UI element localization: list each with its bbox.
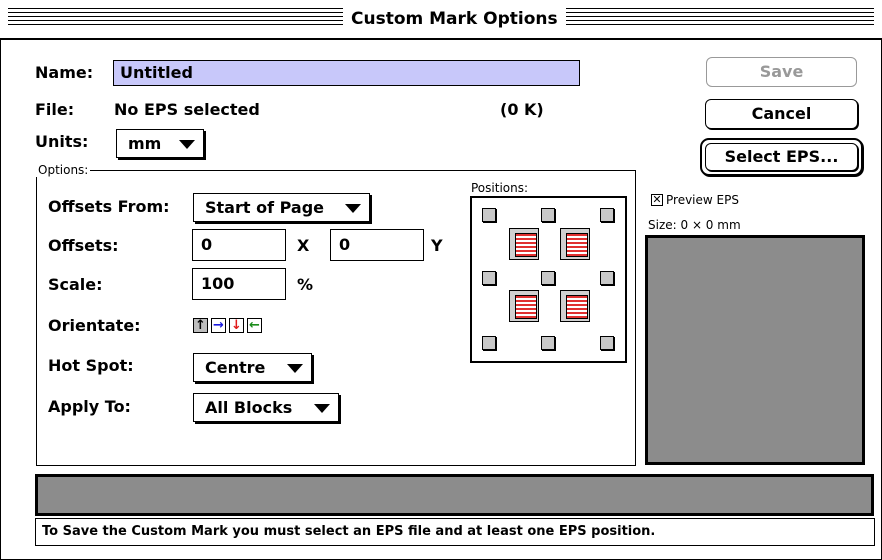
- arrow-left-icon[interactable]: ←: [247, 318, 262, 333]
- name-label: Name:: [35, 63, 94, 82]
- hotspot-value: Centre: [205, 358, 266, 377]
- window-title: Custom Mark Options: [343, 6, 566, 32]
- eps-document-icon: [509, 228, 539, 260]
- position-middle-left[interactable]: [482, 271, 496, 285]
- apply-to-label: Apply To:: [48, 397, 131, 416]
- popup-triangle-icon: [314, 404, 330, 413]
- units-popup[interactable]: mm: [116, 129, 204, 158]
- apply-to-popup[interactable]: All Blocks: [193, 393, 339, 422]
- preview-eps-label: Preview EPS: [666, 193, 739, 207]
- position-middle-center[interactable]: [541, 271, 555, 285]
- select-eps-button-inner: Select EPS...: [705, 143, 858, 171]
- options-group-label: Options:: [36, 163, 91, 177]
- position-middle-right[interactable]: [600, 271, 614, 285]
- arrow-down-icon[interactable]: ↓: [229, 318, 244, 333]
- eps-document-icon: [509, 290, 539, 322]
- preview-eps-checkbox[interactable]: ✕: [651, 194, 663, 206]
- scale-label: Scale:: [48, 275, 103, 294]
- offsets-from-popup[interactable]: Start of Page: [193, 193, 370, 222]
- offsets-from-value: Start of Page: [205, 198, 324, 217]
- position-bottom-right[interactable]: [600, 336, 614, 350]
- cancel-button[interactable]: Cancel: [705, 99, 858, 129]
- offset-y-field[interactable]: 0: [330, 229, 424, 261]
- units-popup-value: mm: [128, 134, 162, 153]
- progress-bar: [35, 474, 874, 516]
- popup-triangle-icon: [287, 364, 303, 373]
- units-label: Units:: [35, 132, 89, 151]
- scale-unit: %: [297, 275, 314, 294]
- position-top-left[interactable]: [482, 208, 496, 222]
- eps-document-icon: [560, 228, 590, 260]
- file-label: File:: [35, 100, 75, 119]
- title-bar[interactable]: Custom Mark Options: [0, 0, 882, 40]
- hotspot-label: Hot Spot:: [48, 356, 134, 375]
- popup-triangle-icon: [179, 140, 195, 149]
- arrow-right-icon[interactable]: →: [211, 318, 226, 333]
- preview-size-text: Size: 0 × 0 mm: [648, 218, 741, 232]
- offset-x-field[interactable]: 0: [192, 229, 286, 261]
- popup-triangle-icon: [345, 204, 361, 213]
- status-message: To Save the Custom Mark you must select …: [35, 518, 875, 546]
- position-bottom-left[interactable]: [482, 336, 496, 350]
- position-top-center[interactable]: [541, 208, 555, 222]
- file-value: No EPS selected: [114, 100, 260, 119]
- arrow-up-icon[interactable]: ↑: [193, 318, 208, 333]
- eps-document-icon: [560, 290, 590, 322]
- apply-to-value: All Blocks: [205, 398, 293, 417]
- select-eps-button[interactable]: Select EPS...: [700, 138, 863, 176]
- scale-field[interactable]: 100: [192, 268, 286, 300]
- save-button[interactable]: Save: [706, 57, 857, 87]
- offsets-label: Offsets:: [48, 236, 119, 255]
- orientate-label: Orientate:: [48, 316, 141, 335]
- position-top-right[interactable]: [600, 208, 614, 222]
- positions-label: Positions:: [471, 181, 529, 195]
- file-size: (0 K): [500, 100, 544, 119]
- offset-x-unit: X: [297, 236, 310, 255]
- offsets-from-label: Offsets From:: [48, 197, 170, 216]
- preview-area: [645, 235, 865, 465]
- name-field[interactable]: Untitled: [113, 60, 580, 86]
- offset-y-unit: Y: [431, 236, 443, 255]
- positions-panel: [470, 196, 627, 363]
- hotspot-popup[interactable]: Centre: [193, 353, 312, 382]
- position-bottom-center[interactable]: [541, 336, 555, 350]
